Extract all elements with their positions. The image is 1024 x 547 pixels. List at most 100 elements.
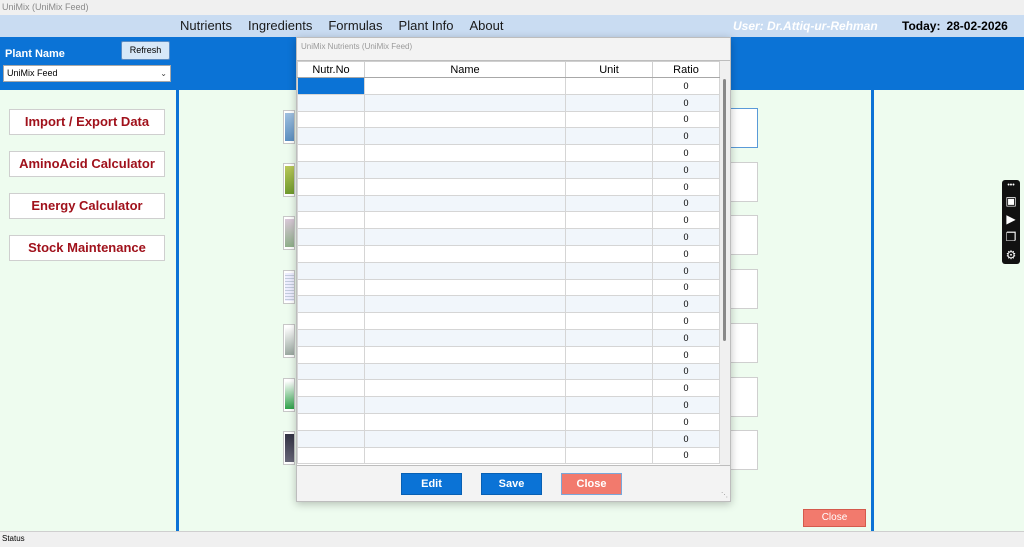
table-row[interactable]: 0 [297, 244, 720, 263]
cell-unit[interactable] [565, 93, 653, 112]
cell-ratio[interactable]: 0 [652, 177, 720, 196]
cell-unit[interactable] [565, 345, 653, 364]
cell-ratio[interactable]: 0 [652, 93, 720, 112]
cell-unit[interactable] [565, 261, 653, 280]
table-row[interactable]: 0 [297, 446, 720, 465]
import-export-button[interactable]: Import / Export Data [9, 109, 165, 135]
cell-unit[interactable] [565, 177, 653, 196]
cell-nutr-no[interactable] [297, 244, 365, 263]
cell-name[interactable] [364, 177, 566, 196]
menu-ingredients[interactable]: Ingredients [248, 15, 312, 37]
cell-ratio[interactable]: 0 [652, 144, 720, 162]
cell-name[interactable] [364, 362, 566, 381]
tile-thumbnail[interactable] [283, 163, 295, 197]
col-header-nutr-no[interactable]: Nutr.No [297, 61, 365, 78]
cell-unit[interactable] [565, 328, 653, 347]
tile-thumbnail[interactable] [283, 110, 295, 144]
save-button[interactable]: Save [481, 473, 542, 495]
table-row[interactable]: 0 [297, 278, 720, 297]
grid-scrollbar[interactable] [720, 61, 730, 465]
cell-nutr-no[interactable] [297, 412, 365, 431]
cell-nutr-no[interactable] [297, 295, 365, 314]
col-header-ratio[interactable]: Ratio [652, 61, 720, 78]
cell-ratio[interactable]: 0 [652, 211, 720, 230]
cell-name[interactable] [364, 278, 566, 297]
cell-nutr-no[interactable] [297, 228, 365, 246]
plant-select[interactable]: UniMix Feed ⌄ [3, 65, 171, 82]
cell-ratio[interactable]: 0 [652, 244, 720, 263]
cell-unit[interactable] [565, 228, 653, 246]
table-row[interactable]: 0 [297, 211, 720, 230]
stock-maintenance-button[interactable]: Stock Maintenance [9, 235, 165, 261]
cell-nutr-no[interactable] [297, 446, 365, 465]
cell-ratio[interactable]: 0 [652, 362, 720, 381]
gear-icon[interactable]: ⚙ [1002, 246, 1020, 264]
more-icon[interactable]: ••• [1002, 180, 1020, 192]
cell-nutr-no[interactable] [297, 379, 365, 398]
refresh-button[interactable]: Refresh [121, 41, 170, 60]
cell-nutr-no[interactable] [297, 261, 365, 280]
edit-button[interactable]: Edit [401, 473, 462, 495]
table-row[interactable]: 0 [297, 312, 720, 330]
cell-name[interactable] [364, 110, 566, 129]
cell-unit[interactable] [565, 144, 653, 162]
cell-unit[interactable] [565, 127, 653, 146]
cell-unit[interactable] [565, 412, 653, 431]
cell-ratio[interactable]: 0 [652, 345, 720, 364]
cell-ratio[interactable]: 0 [652, 228, 720, 246]
cell-name[interactable] [364, 144, 566, 162]
menu-about[interactable]: About [469, 15, 503, 37]
cell-nutr-no[interactable] [297, 77, 365, 95]
cell-nutr-no[interactable] [297, 177, 365, 196]
cell-nutr-no[interactable] [297, 429, 365, 448]
cell-name[interactable] [364, 127, 566, 146]
table-row[interactable]: 0 [297, 396, 720, 414]
cell-unit[interactable] [565, 160, 653, 179]
menu-nutrients[interactable]: Nutrients [180, 15, 232, 37]
table-row[interactable]: 0 [297, 345, 720, 364]
cell-ratio[interactable]: 0 [652, 278, 720, 297]
tile-card[interactable] [727, 215, 758, 255]
cell-unit[interactable] [565, 312, 653, 330]
cell-name[interactable] [364, 345, 566, 364]
cell-name[interactable] [364, 194, 566, 213]
table-row[interactable]: 0 [297, 328, 720, 347]
tile-card[interactable] [727, 108, 758, 148]
cell-nutr-no[interactable] [297, 160, 365, 179]
cell-name[interactable] [364, 244, 566, 263]
tile-card[interactable] [727, 162, 758, 202]
cell-nutr-no[interactable] [297, 93, 365, 112]
cell-unit[interactable] [565, 446, 653, 465]
tile-card[interactable] [727, 377, 758, 417]
energy-calculator-button[interactable]: Energy Calculator [9, 193, 165, 219]
table-row[interactable]: 0 [297, 144, 720, 162]
cell-name[interactable] [364, 396, 566, 414]
cell-unit[interactable] [565, 244, 653, 263]
tile-thumbnail[interactable] [283, 378, 295, 412]
cell-ratio[interactable]: 0 [652, 194, 720, 213]
cell-unit[interactable] [565, 194, 653, 213]
cell-name[interactable] [364, 412, 566, 431]
cell-ratio[interactable]: 0 [652, 110, 720, 129]
dialog-close-button[interactable]: Close [561, 473, 622, 495]
table-row[interactable]: 0 [297, 412, 720, 431]
col-header-name[interactable]: Name [364, 61, 566, 78]
tile-thumbnail[interactable] [283, 216, 295, 250]
cell-nutr-no[interactable] [297, 110, 365, 129]
tile-card[interactable] [727, 269, 758, 309]
cell-nutr-no[interactable] [297, 345, 365, 364]
table-row[interactable]: 0 [297, 379, 720, 398]
table-row[interactable]: 0 [297, 93, 720, 112]
table-row[interactable]: 0 [297, 110, 720, 129]
table-row[interactable]: 0 [297, 295, 720, 314]
cell-ratio[interactable]: 0 [652, 261, 720, 280]
resize-grip-icon[interactable]: ⋱ [721, 491, 728, 499]
cell-name[interactable] [364, 328, 566, 347]
menu-formulas[interactable]: Formulas [328, 15, 382, 37]
cell-nutr-no[interactable] [297, 312, 365, 330]
cell-ratio[interactable]: 0 [652, 127, 720, 146]
cell-name[interactable] [364, 446, 566, 465]
cell-name[interactable] [364, 379, 566, 398]
windows-icon[interactable]: ❐ [1002, 228, 1020, 246]
table-row[interactable]: 0 [297, 194, 720, 213]
